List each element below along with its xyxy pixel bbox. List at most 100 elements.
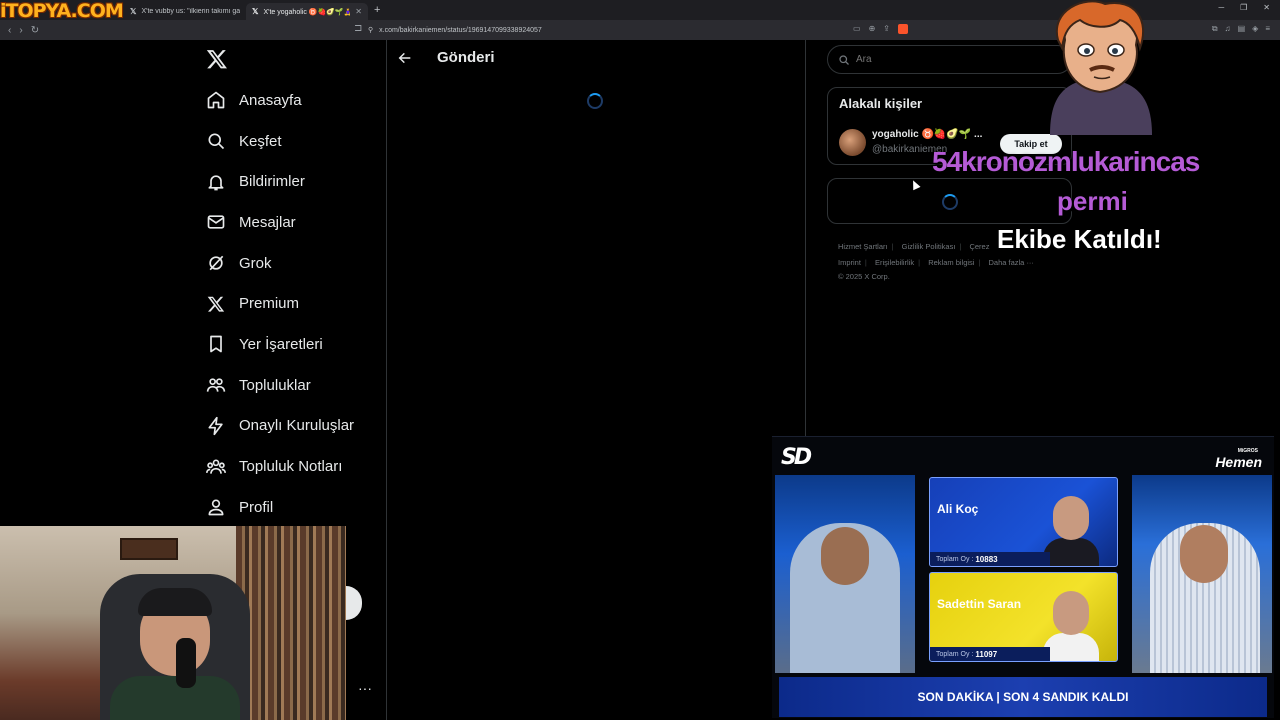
- x-favicon-icon: 𝕏: [130, 7, 137, 16]
- lightning-icon: [206, 416, 226, 436]
- channel-logo: SD: [781, 445, 812, 470]
- nav-item-communities[interactable]: Topluluklar: [206, 365, 381, 406]
- browser-tab[interactable]: 𝕏 X'te vubby us: "ilkierin takımı galata…: [124, 3, 246, 20]
- close-window-icon[interactable]: ✕: [1263, 3, 1270, 12]
- presenter-left: [775, 475, 915, 673]
- site-settings-icon[interactable]: ⚲: [368, 26, 373, 34]
- page-title: Gönderi: [437, 49, 495, 66]
- loading-spinner: [942, 194, 958, 210]
- left-nav: Anasayfa Keşfet Bildirimler Mesajlar Gro…: [206, 80, 381, 528]
- cartoon-avatar-overlay: [1050, 0, 1152, 135]
- nav-item-notifications[interactable]: Bildirimler: [206, 161, 381, 202]
- grok-icon: [206, 253, 226, 273]
- forward-icon[interactable]: ›: [19, 25, 22, 36]
- search-input[interactable]: [856, 54, 1036, 65]
- vpn-icon[interactable]: ◈: [1252, 24, 1258, 34]
- x-favicon-icon: 𝕏: [252, 7, 259, 16]
- bookshelf: [236, 526, 346, 720]
- tab-close-icon[interactable]: ✕: [355, 7, 362, 16]
- menu-icon[interactable]: ≡: [1265, 24, 1270, 34]
- watermark-logo: iTOPYA.COM: [0, 0, 124, 22]
- nav-item-grok[interactable]: Grok: [206, 243, 381, 284]
- tv-broadcast-overlay: SD MiGROS Hemen Ali Koç Toplam Oy :10883…: [772, 436, 1274, 718]
- scroll-button[interactable]: [346, 586, 362, 620]
- reload-icon[interactable]: ↻: [31, 25, 39, 36]
- x-logo-icon[interactable]: [206, 48, 228, 70]
- extension-icon[interactable]: ⧉: [1212, 24, 1218, 34]
- wall-frame: [120, 538, 178, 560]
- mail-icon: [206, 212, 226, 232]
- presenter-right: [1132, 475, 1272, 673]
- avatar[interactable]: [839, 129, 866, 156]
- more-options-icon[interactable]: ···: [358, 680, 372, 696]
- browser-tab-active[interactable]: 𝕏 X'te yogaholic ♉🍓🥑🌱🧘‍♀️ on ✕: [246, 3, 368, 20]
- url-text: x.com/bakirkaniemen/status/1969147099338…: [379, 26, 542, 34]
- nav-item-explore[interactable]: Keşfet: [206, 121, 381, 162]
- extension-icons: ⧉ ♫ ▤ ◈ ≡: [1212, 24, 1270, 34]
- minimize-icon[interactable]: ─: [1218, 3, 1224, 12]
- presenter-head: [821, 527, 869, 585]
- nav-label: Keşfet: [239, 132, 282, 150]
- sponsor-logo: Hemen: [1215, 454, 1262, 470]
- footer-link[interactable]: Çerez: [969, 242, 989, 251]
- back-icon[interactable]: ‹: [8, 25, 11, 36]
- zoom-icon[interactable]: ⊕: [869, 24, 876, 34]
- person-name[interactable]: yogaholic ♉🍓🥑🌱 ...: [872, 129, 982, 140]
- vote-count: Toplam Oy :10883: [930, 552, 1050, 566]
- music-icon[interactable]: ♫: [1225, 24, 1231, 34]
- search-icon: [206, 131, 226, 151]
- related-title: Alakalı kişiler: [839, 96, 923, 111]
- back-arrow-icon[interactable]: [397, 50, 413, 66]
- nav-label: Topluluklar: [239, 376, 311, 394]
- bell-icon: [206, 172, 226, 192]
- column-divider: [805, 40, 806, 436]
- nav-label: Bildirimler: [239, 173, 305, 191]
- nav-item-messages[interactable]: Mesajlar: [206, 202, 381, 243]
- nav-item-community-notes[interactable]: Topluluk Notları: [206, 446, 381, 487]
- brave-shield-icon[interactable]: [898, 24, 908, 34]
- tab-title: X'te vubby us: "ilkierin takımı galatas: [141, 8, 240, 15]
- maximize-icon[interactable]: ❐: [1240, 3, 1247, 12]
- nav-item-premium[interactable]: Premium: [206, 283, 381, 324]
- search-box[interactable]: [827, 45, 1072, 74]
- community-notes-icon: [206, 457, 226, 477]
- nav-label: Topluluk Notları: [239, 458, 343, 476]
- candidate-card: Sadettin Saran Toplam Oy :11097: [929, 572, 1118, 662]
- overlay-username: 54kronozmlukarincas: [932, 146, 1200, 177]
- footer-link[interactable]: Daha fazla ···: [989, 258, 1034, 267]
- nav-item-profile[interactable]: Profil: [206, 487, 381, 528]
- nav-item-bookmarks[interactable]: Yer İşaretleri: [206, 324, 381, 365]
- footer-link[interactable]: Hizmet Şartları: [838, 242, 888, 251]
- bookmark-page-icon[interactable]: ⊐: [354, 23, 362, 34]
- overlay-username-cont: permi: [1057, 186, 1128, 216]
- candidate-card: Ali Koç Toplam Oy :10883: [929, 477, 1118, 567]
- new-tab-icon[interactable]: +: [374, 4, 380, 16]
- sidebar-icon[interactable]: ▤: [1238, 24, 1246, 34]
- candidate-photo: [1043, 492, 1099, 566]
- footer-link[interactable]: Imprint: [838, 258, 861, 267]
- streamer-cap: [138, 588, 212, 616]
- overlay-message: Ekibe Katıldı!: [997, 224, 1162, 254]
- nav-item-verified-orgs[interactable]: Onaylı Kuruluşlar: [206, 406, 381, 447]
- url-actions: ▭ ⊕ ⇪: [853, 24, 908, 34]
- nav-item-home[interactable]: Anasayfa: [206, 80, 381, 121]
- microphone: [176, 638, 196, 688]
- screen-icon[interactable]: ▭: [853, 24, 861, 34]
- footer-link[interactable]: Erişilebilirlik: [875, 258, 914, 267]
- url-field[interactable]: ⚲ x.com/bakirkaniemen/status/19691470993…: [368, 23, 908, 37]
- column-divider: [386, 40, 387, 720]
- nav-label: Onaylı Kuruluşlar: [239, 417, 355, 435]
- candidate-name: Sadettin Saran: [937, 597, 1022, 611]
- communities-icon: [206, 375, 226, 395]
- copyright: © 2025 X Corp.: [838, 272, 890, 281]
- candidate-photo: [1043, 587, 1099, 661]
- window-controls: ─ ❐ ✕: [1218, 3, 1270, 12]
- nav-label: Anasayfa: [239, 91, 302, 109]
- bookmark-icon: [206, 334, 226, 354]
- trends-loading-card: [827, 178, 1072, 224]
- footer-link[interactable]: Gizlilik Politikası: [902, 242, 956, 251]
- profile-icon: [206, 497, 226, 517]
- share-icon[interactable]: ⇪: [883, 24, 890, 34]
- search-icon: [839, 54, 849, 65]
- footer-link[interactable]: Reklam bilgisi: [928, 258, 974, 267]
